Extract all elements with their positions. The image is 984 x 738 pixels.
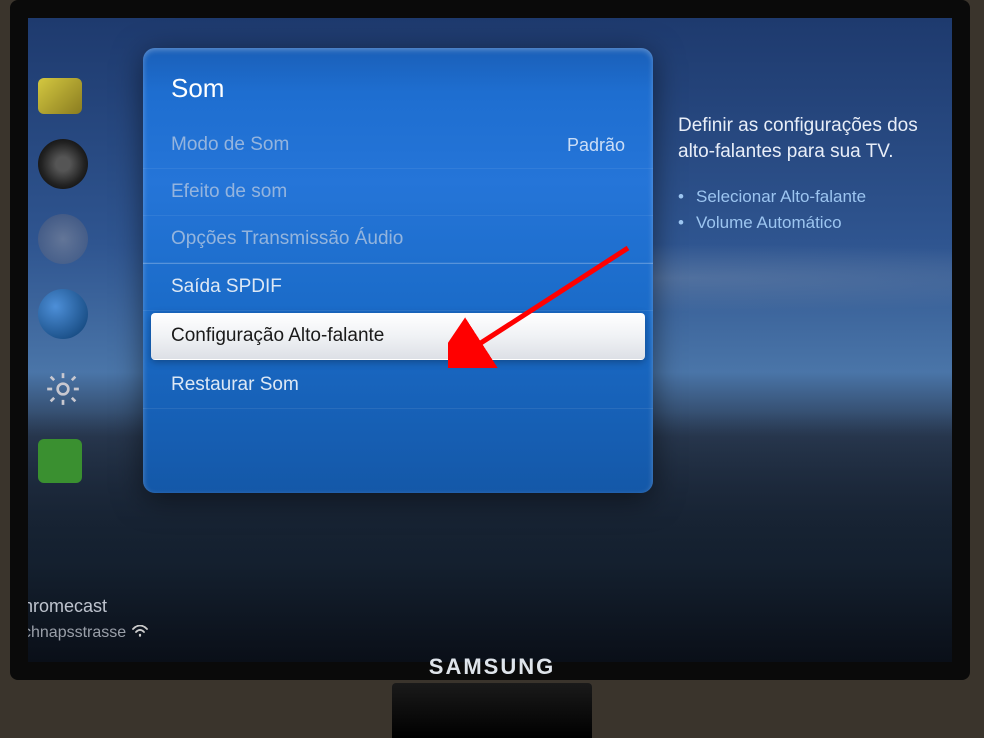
broadcast-icon[interactable] [38,214,88,264]
menu-item-label: Modo de Som [171,134,289,156]
menu-item-label: Saída SPDIF [171,276,282,298]
tv-brand-logo: SAMSUNG [429,654,555,680]
chromecast-overlay-line1: hromecast [23,596,107,617]
menu-item-label: Restaurar Som [171,374,299,396]
menu-item-speaker-config[interactable]: Configuração Alto-falante [151,313,645,360]
menu-item-restore-sound[interactable]: Restaurar Som [143,362,653,409]
menu-item-sound-effect[interactable]: Efeito de som [143,169,653,216]
menu-item-value: Padrão [567,135,625,156]
menu-item-audio-options[interactable]: Opções Transmissão Áudio [143,216,653,263]
wifi-icon [132,624,148,642]
menu-item-label: Opções Transmissão Áudio [171,228,403,250]
sound-menu-panel: Som Modo de Som Padrão Efeito de som Opç… [143,48,653,493]
gear-icon[interactable] [38,364,88,414]
help-bullet: Selecionar Alto-falante [678,184,958,210]
menu-item-sound-mode[interactable]: Modo de Som Padrão [143,122,653,169]
network-icon[interactable] [38,289,88,339]
apps-icon[interactable] [38,439,82,483]
help-title: Definir as configurações dos alto-falant… [678,113,958,164]
help-list: Selecionar Alto-falante Volume Automátic… [678,184,958,236]
menu-item-spdif[interactable]: Saída SPDIF [143,263,653,311]
tv-stand [392,683,592,738]
menu-item-label: Efeito de som [171,181,287,203]
speaker-icon[interactable] [38,139,88,189]
menu-title: Som [143,68,653,122]
help-panel: Definir as configurações dos alto-falant… [678,113,958,236]
menu-item-label: Configuração Alto-falante [171,325,384,347]
picture-icon[interactable] [38,78,82,114]
chromecast-overlay-line2: chnapsstrasse [23,624,148,642]
menu-items: Modo de Som Padrão Efeito de som Opções … [143,122,653,409]
tv-screen: Som Modo de Som Padrão Efeito de som Opç… [10,0,970,680]
settings-sidebar [38,68,98,483]
help-bullet: Volume Automático [678,210,958,236]
